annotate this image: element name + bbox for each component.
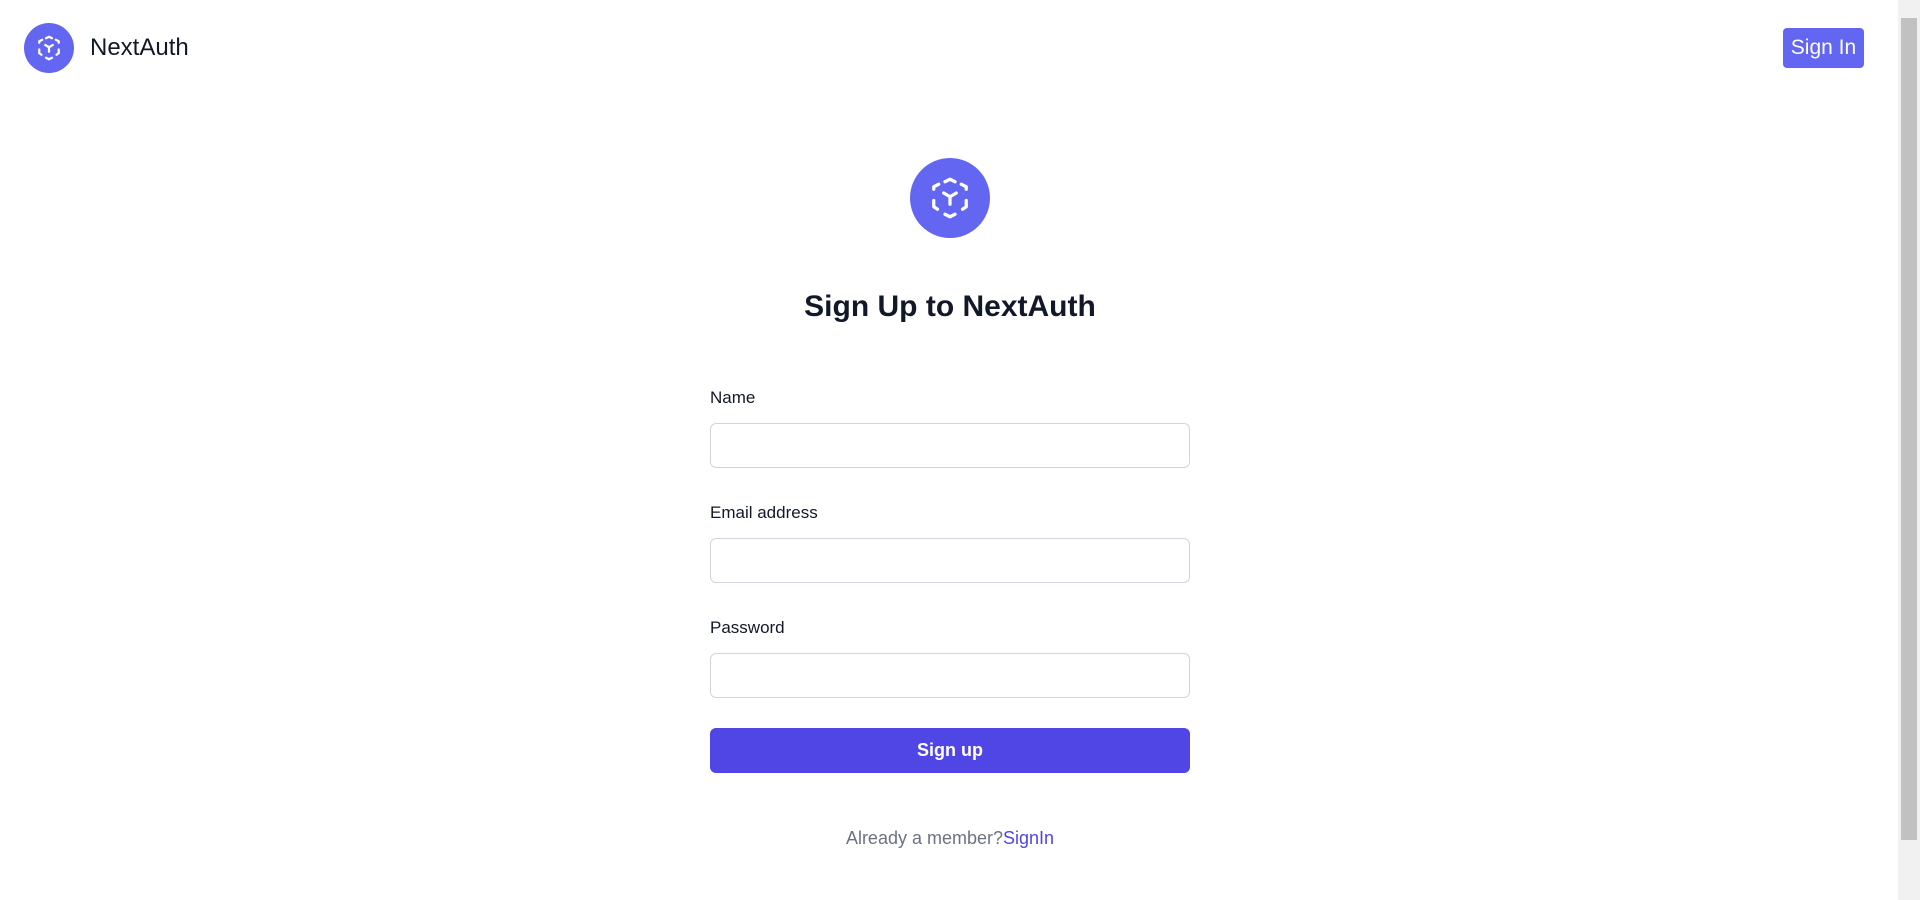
page: NextAuth Sign In Sign Up to NextAuth Nam… <box>0 0 1920 900</box>
sign-in-button[interactable]: Sign In <box>1783 28 1864 68</box>
brand[interactable]: NextAuth <box>24 23 189 73</box>
name-label: Name <box>710 388 756 407</box>
email-label: Email address <box>710 503 818 522</box>
signin-link[interactable]: SignIn <box>1003 828 1054 848</box>
sign-up-button[interactable]: Sign up <box>710 728 1190 773</box>
password-label: Password <box>710 618 785 637</box>
signin-prompt: Already a member?SignIn <box>710 828 1190 849</box>
cube-logo-icon <box>24 23 74 73</box>
top-navbar: NextAuth Sign In <box>0 0 1898 100</box>
cube-logo-icon <box>910 158 990 238</box>
email-input[interactable] <box>710 538 1190 583</box>
page-title: Sign Up to NextAuth <box>804 290 1096 323</box>
vertical-scrollbar[interactable] <box>1898 0 1920 900</box>
scrollbar-thumb[interactable] <box>1901 18 1917 840</box>
name-input[interactable] <box>710 423 1190 468</box>
signin-prompt-text: Already a member? <box>845 828 1004 848</box>
brand-name: NextAuth <box>90 34 189 61</box>
password-input[interactable] <box>710 653 1190 698</box>
